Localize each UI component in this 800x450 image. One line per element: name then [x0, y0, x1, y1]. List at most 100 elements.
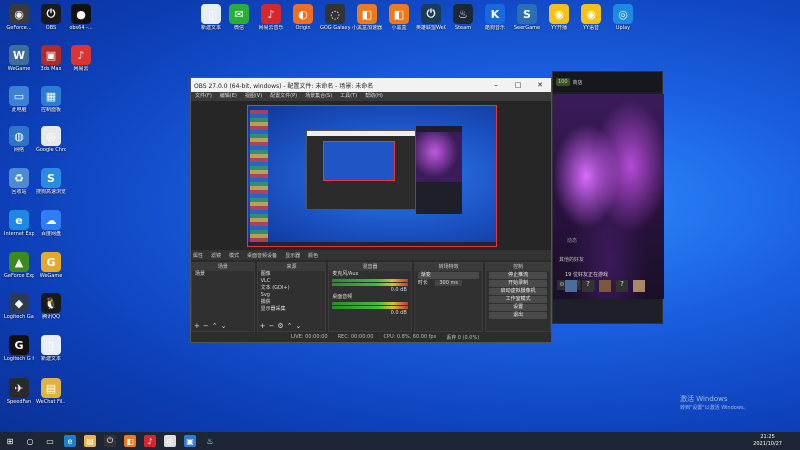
- desktop-icon-t11[interactable]: S SeerGame: [512, 4, 542, 31]
- desktop-icon-app3[interactable]: ♪ 网易云: [66, 45, 96, 72]
- preview-canvas[interactable]: [247, 105, 497, 247]
- control-button[interactable]: 开始录制: [489, 280, 547, 287]
- scene-item[interactable]: 场景: [192, 271, 254, 278]
- desktop-icon-recycle[interactable]: ♻ 回收站: [4, 168, 34, 195]
- desktop-icon-t6[interactable]: ◧ 小黑盒加速器: [352, 4, 382, 31]
- toolbar-item[interactable]: 模式: [229, 252, 239, 259]
- friend-avatar[interactable]: [599, 280, 611, 292]
- desktop-icon-label: Uplay: [615, 25, 631, 31]
- desktop-icon-search[interactable]: S搜狗高速浏览器: [36, 168, 66, 195]
- close-icon[interactable]: ✕: [529, 81, 551, 89]
- desktop-icon-logi[interactable]: ◆Logitech Gaming: [4, 293, 34, 320]
- toolbar-item[interactable]: 滤镜: [211, 252, 221, 259]
- menu-item[interactable]: 场景集合(S): [305, 92, 332, 101]
- desktop-icon-net[interactable]: ◍ 网络: [4, 126, 34, 153]
- menu-item[interactable]: 视图(V): [245, 92, 262, 101]
- toolbar-item[interactable]: 属性: [193, 252, 203, 259]
- menu-item[interactable]: 工具(T): [340, 92, 357, 101]
- explorer-icon[interactable]: ▤: [84, 435, 96, 447]
- control-button[interactable]: 启动虚拟摄像机: [489, 288, 547, 295]
- mixer-db: 0.0 dB: [390, 287, 407, 293]
- desktop-icon-t7[interactable]: ◧ 小黑盒: [384, 4, 414, 31]
- menu-item[interactable]: 文件(F): [195, 92, 212, 101]
- control-button[interactable]: 设置: [489, 304, 547, 311]
- desktop-icon-t13[interactable]: ◉ YY语音: [576, 4, 606, 31]
- desktop-icon-cad[interactable]: ▣ 3ds Max: [36, 45, 66, 72]
- steam-icon[interactable]: ♨: [204, 435, 216, 447]
- desktop-icon-ws[interactable]: G WeGame: [36, 252, 66, 279]
- control-button[interactable]: 工作室模式: [489, 296, 547, 303]
- level-pill: 100: [556, 78, 570, 86]
- desktop-icon-qq[interactable]: 🐧 腾讯QQ: [36, 293, 66, 320]
- preview-area[interactable]: [191, 101, 551, 250]
- desktop-icon-t3[interactable]: ♪ 网易云音乐: [256, 4, 286, 31]
- chrome-icon[interactable]: ◎: [164, 435, 176, 447]
- friend-avatar[interactable]: ?: [582, 280, 594, 292]
- desktop-icon-t2[interactable]: ✉ 微信: [224, 4, 254, 31]
- friend-avatar[interactable]: [565, 280, 577, 292]
- desktop-icon-wechat2[interactable]: ▤ WeChat Fil...: [36, 378, 66, 405]
- menu-item[interactable]: 配置文件(P): [270, 92, 297, 101]
- source-item[interactable]: VLC: [258, 278, 326, 285]
- desktop-icon-pc[interactable]: ▭ 此电脑: [4, 86, 34, 113]
- source-item[interactable]: 显示器采集: [258, 306, 326, 313]
- desktop-icon-label: Internet Explorer: [4, 231, 34, 237]
- desktop-icon-t5[interactable]: ◌ GOG Galaxy: [320, 4, 350, 31]
- desktop-icon-t9[interactable]: ♨ Steam: [448, 4, 478, 31]
- taskbar-clock[interactable]: 21:25 2021/10/27: [753, 434, 782, 448]
- start-icon[interactable]: ⊞: [4, 435, 16, 447]
- control-button[interactable]: 退出: [489, 312, 547, 319]
- menu-item[interactable]: 编辑(E): [220, 92, 237, 101]
- toolbar-item[interactable]: 显示器: [285, 252, 300, 259]
- desktop-icon-t8[interactable]: ⏻英雄联盟WeGame: [416, 4, 446, 31]
- source-controls[interactable]: +−⚙⌃⌄: [260, 322, 305, 330]
- desktop-icon-t12[interactable]: ◉ YY开播: [544, 4, 574, 31]
- obs-window[interactable]: OBS 27.0.0 (64-bit, windows) - 配置文件: 未命名…: [190, 77, 552, 343]
- desktop-icon-t10[interactable]: K 酷狗音乐: [480, 4, 510, 31]
- obs-title: OBS 27.0.0 (64-bit, windows) - 配置文件: 未命名…: [194, 82, 374, 90]
- maximize-icon[interactable]: □: [507, 81, 529, 89]
- desktop-icon-label: WeChat Fil...: [36, 399, 66, 405]
- desktop-icon-speed[interactable]: ✈ SpeedFan: [4, 378, 34, 405]
- toolbar-item[interactable]: 桌面音频设备: [247, 252, 277, 259]
- search-icon[interactable]: ○: [24, 435, 36, 447]
- controls-dock-title: 控制: [486, 263, 550, 271]
- orange-app-icon[interactable]: ◧: [124, 435, 136, 447]
- control-button[interactable]: 停止推流: [489, 272, 547, 279]
- desktop-icon-ie[interactable]: eInternet Explorer: [4, 210, 34, 237]
- desktop-icon-ctrl[interactable]: ▦ 控制面板: [36, 86, 66, 113]
- desktop-icon-obs[interactable]: ⏻ OBS: [36, 4, 66, 31]
- desktop-icon-chrome[interactable]: ◎Google Chrome: [36, 126, 66, 153]
- desktop-icon-t4[interactable]: ◐ Origin: [288, 4, 318, 31]
- source-item[interactable]: 捕获: [258, 299, 326, 306]
- desktop-icon-t14[interactable]: ◎ Uplay: [608, 4, 638, 31]
- store-tab[interactable]: 商店: [573, 79, 583, 86]
- friend-avatar[interactable]: [633, 280, 645, 292]
- source-item[interactable]: Svg: [258, 292, 326, 299]
- source-item[interactable]: 图像: [258, 271, 326, 278]
- obs-taskbar-icon[interactable]: ⏻: [104, 435, 116, 447]
- steam-window[interactable]: 100 商店 ⚙ ⓘ ☆ 动态 其他的好友 19 位好友正在游戏 ? ?: [552, 71, 664, 324]
- desktop-icon-nvidia[interactable]: ▲GeForce Experience: [4, 252, 34, 279]
- transition-select[interactable]: 渐变: [417, 272, 480, 279]
- scene-controls[interactable]: +−⌃⌄: [194, 322, 229, 330]
- desktop-icon-ghub[interactable]: GLogitech G HUB: [4, 335, 34, 362]
- menu-item[interactable]: 帮助(H): [365, 92, 383, 101]
- minimize-icon[interactable]: –: [485, 81, 507, 89]
- desktop-icon-baidu[interactable]: ☁ 百度网盘: [36, 210, 66, 237]
- source-item[interactable]: 文本 (GDI+): [258, 285, 326, 292]
- netease-icon[interactable]: ♪: [144, 435, 156, 447]
- toolbar-item[interactable]: 颜色: [308, 252, 318, 259]
- desktop-icon-steam[interactable]: ◉ GeForce...: [4, 4, 34, 31]
- desktop-icon-doc[interactable]: ▯ 新建文本: [36, 335, 66, 362]
- desktop-icon-netdisk[interactable]: W WeGame: [4, 45, 34, 72]
- desktop-icon-t1[interactable]: ▯ 新建文本: [196, 4, 226, 31]
- ghub-icon: G: [9, 335, 29, 355]
- taskview-icon[interactable]: ▭: [44, 435, 56, 447]
- activity-label: 动态: [567, 238, 578, 244]
- friend-avatar[interactable]: ?: [616, 280, 628, 292]
- duration-input[interactable]: 300 ms: [435, 280, 462, 286]
- blue-app-icon[interactable]: ▣: [184, 435, 196, 447]
- edge-icon[interactable]: e: [64, 435, 76, 447]
- desktop-icon-obs2[interactable]: ● obs64 -...: [66, 4, 96, 31]
